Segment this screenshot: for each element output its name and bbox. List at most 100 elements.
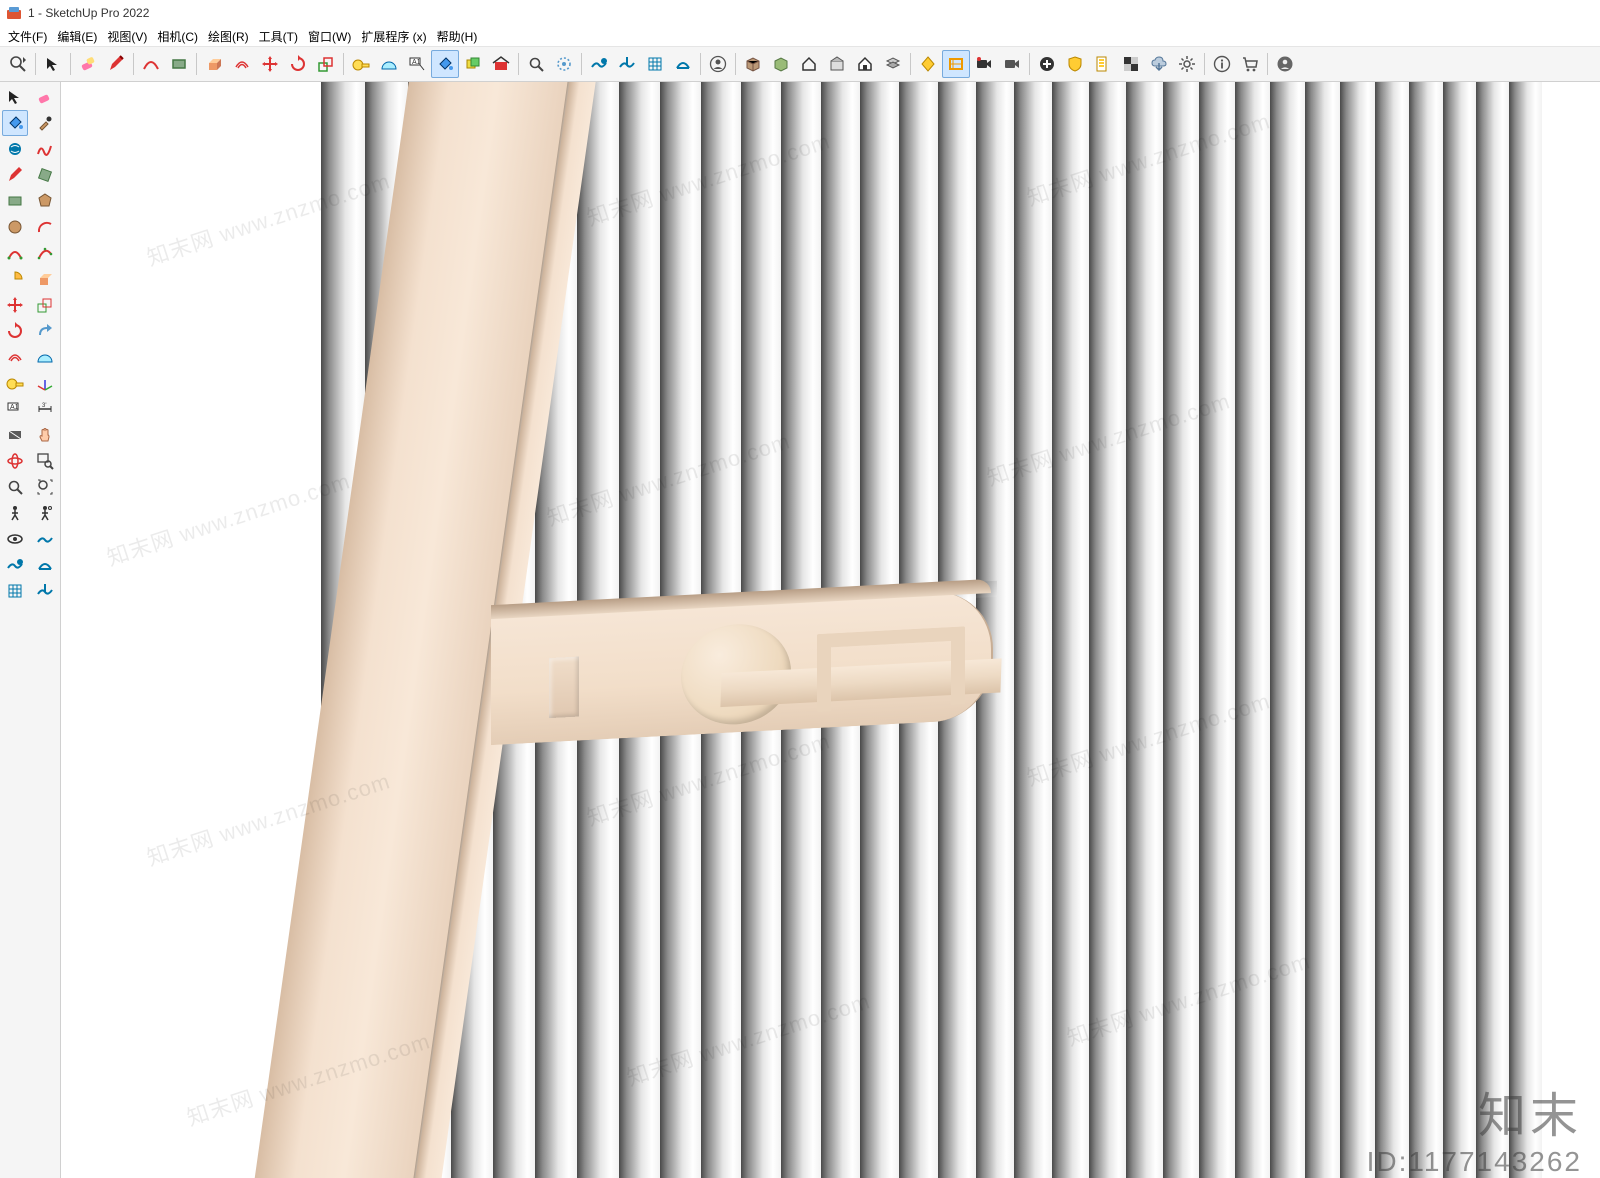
pencil-tool-button[interactable] — [102, 50, 130, 78]
sandbox-tool-c2-button[interactable] — [2, 578, 28, 604]
rotated-rect-button[interactable] — [32, 162, 58, 188]
position-camera-button[interactable] — [32, 500, 58, 526]
sandbox-tool-c1-button[interactable] — [2, 552, 28, 578]
warehouse-package-button[interactable] — [823, 50, 851, 78]
eraser-button[interactable] — [32, 84, 58, 110]
sandbox-3-button[interactable] — [641, 50, 669, 78]
protractor-button[interactable] — [375, 50, 403, 78]
freehand-button[interactable] — [32, 136, 58, 162]
zoom-extents-button[interactable] — [522, 50, 550, 78]
rectangle-tool-button[interactable] — [165, 50, 193, 78]
rotate-button[interactable] — [2, 318, 28, 344]
warehouse-home-button[interactable] — [795, 50, 823, 78]
axes-button[interactable] — [32, 370, 58, 396]
pan-button[interactable] — [32, 422, 58, 448]
select-tool-button[interactable] — [39, 50, 67, 78]
select-tool-button[interactable] — [2, 84, 28, 110]
zoom-button[interactable] — [2, 474, 28, 500]
checker-button[interactable] — [1117, 50, 1145, 78]
zoom-selection-button[interactable] — [550, 50, 578, 78]
menu-view[interactable]: 视图(V) — [103, 26, 151, 47]
warehouse-layers-button[interactable] — [879, 50, 907, 78]
extension-rect-button[interactable] — [942, 50, 970, 78]
toolbar-separator — [133, 53, 134, 75]
followme-button[interactable] — [32, 318, 58, 344]
sandbox-1-button[interactable] — [585, 50, 613, 78]
info-button[interactable] — [1208, 50, 1236, 78]
settings-gear-button[interactable] — [1173, 50, 1201, 78]
dimension-button[interactable]: 3' — [32, 396, 58, 422]
menu-window[interactable]: 窗口(W) — [304, 26, 355, 47]
menu-help[interactable]: 帮助(H) — [433, 26, 482, 47]
arc-tool-button[interactable] — [137, 50, 165, 78]
warehouse-box-2-button[interactable] — [767, 50, 795, 78]
scale-tool-button[interactable] — [312, 50, 340, 78]
rotate-tool-button[interactable] — [284, 50, 312, 78]
watermark-brand: 知末 — [1478, 1076, 1582, 1146]
menu-edit[interactable]: 编辑(E) — [53, 26, 101, 47]
scale2-button[interactable] — [32, 292, 58, 318]
section-plane-button[interactable] — [2, 422, 28, 448]
eyedropper-button[interactable] — [32, 110, 58, 136]
report-button[interactable] — [1089, 50, 1117, 78]
menu-tools[interactable]: 工具(T) — [255, 26, 302, 47]
look-around-button[interactable] — [2, 526, 28, 552]
polygon-button[interactable] — [32, 188, 58, 214]
warehouse-home2-button[interactable] — [851, 50, 879, 78]
account-button[interactable] — [1271, 50, 1299, 78]
watermark-id: ID:1177143262 — [1367, 1146, 1582, 1178]
text-label-button[interactable]: A1 — [403, 50, 431, 78]
eraser-tool-button[interactable] — [74, 50, 102, 78]
svg-text:A1: A1 — [412, 59, 421, 66]
move-button[interactable] — [2, 292, 28, 318]
zoom-extents2-button[interactable] — [32, 474, 58, 500]
circle-button[interactable] — [2, 214, 28, 240]
move-tool-button[interactable] — [256, 50, 284, 78]
user-profile-button[interactable] — [704, 50, 732, 78]
model-viewport[interactable]: 知末网 www.znzmo.com 知末网 www.znzmo.com 知末网 … — [61, 82, 1600, 1178]
cart-button[interactable] — [1236, 50, 1264, 78]
extension-diamond-button[interactable] — [914, 50, 942, 78]
arc-2pt-button[interactable] — [2, 240, 28, 266]
pie-arc-button[interactable] — [2, 266, 28, 292]
paint-bucket-tool-button[interactable] — [2, 110, 28, 136]
paint-bucket-button[interactable] — [431, 50, 459, 78]
add-button[interactable] — [1033, 50, 1061, 78]
toolbar-separator — [1029, 53, 1030, 75]
menu-draw[interactable]: 绘图(R) — [204, 26, 253, 47]
text-button[interactable]: A1 — [2, 396, 28, 422]
menu-camera[interactable]: 相机(C) — [153, 26, 202, 47]
shield-button[interactable] — [1061, 50, 1089, 78]
top-toolbar: A1 — [0, 47, 1600, 82]
zoom-window-button[interactable] — [32, 448, 58, 474]
3d-warehouse-button[interactable] — [487, 50, 515, 78]
sandbox-tool-button[interactable] — [2, 136, 28, 162]
pushpull-tool-button[interactable] — [200, 50, 228, 78]
sandbox-flip-button[interactable] — [32, 578, 58, 604]
menu-ext[interactable]: 扩展程序 (x) — [357, 26, 430, 47]
offset-tool-button[interactable] — [228, 50, 256, 78]
line-pencil-button[interactable] — [2, 162, 28, 188]
sandbox-4-button[interactable] — [669, 50, 697, 78]
sandbox-2-button[interactable] — [613, 50, 641, 78]
warehouse-box-1-button[interactable] — [739, 50, 767, 78]
toolbar-separator — [35, 53, 36, 75]
orbit-button[interactable] — [2, 448, 28, 474]
arc-tool2-button[interactable] — [32, 214, 58, 240]
tape-measure-button[interactable] — [2, 370, 28, 396]
protractor2-button[interactable] — [32, 344, 58, 370]
menu-file[interactable]: 文件(F) — [4, 26, 51, 47]
rectangle-button[interactable] — [2, 188, 28, 214]
pushpull2-button[interactable] — [32, 266, 58, 292]
sandbox-detail-button[interactable] — [32, 526, 58, 552]
arc-3pt-button[interactable] — [32, 240, 58, 266]
cloud-download-button[interactable] — [1145, 50, 1173, 78]
offset-button[interactable] — [2, 344, 28, 370]
sandbox-grid-button[interactable] — [32, 552, 58, 578]
zoom-extents-dropdown-button[interactable] — [4, 50, 32, 78]
record-scene-button[interactable] — [998, 50, 1026, 78]
record-animation-button[interactable] — [970, 50, 998, 78]
tape-measure-button[interactable] — [347, 50, 375, 78]
walk-button[interactable] — [2, 500, 28, 526]
make-component-button[interactable] — [459, 50, 487, 78]
